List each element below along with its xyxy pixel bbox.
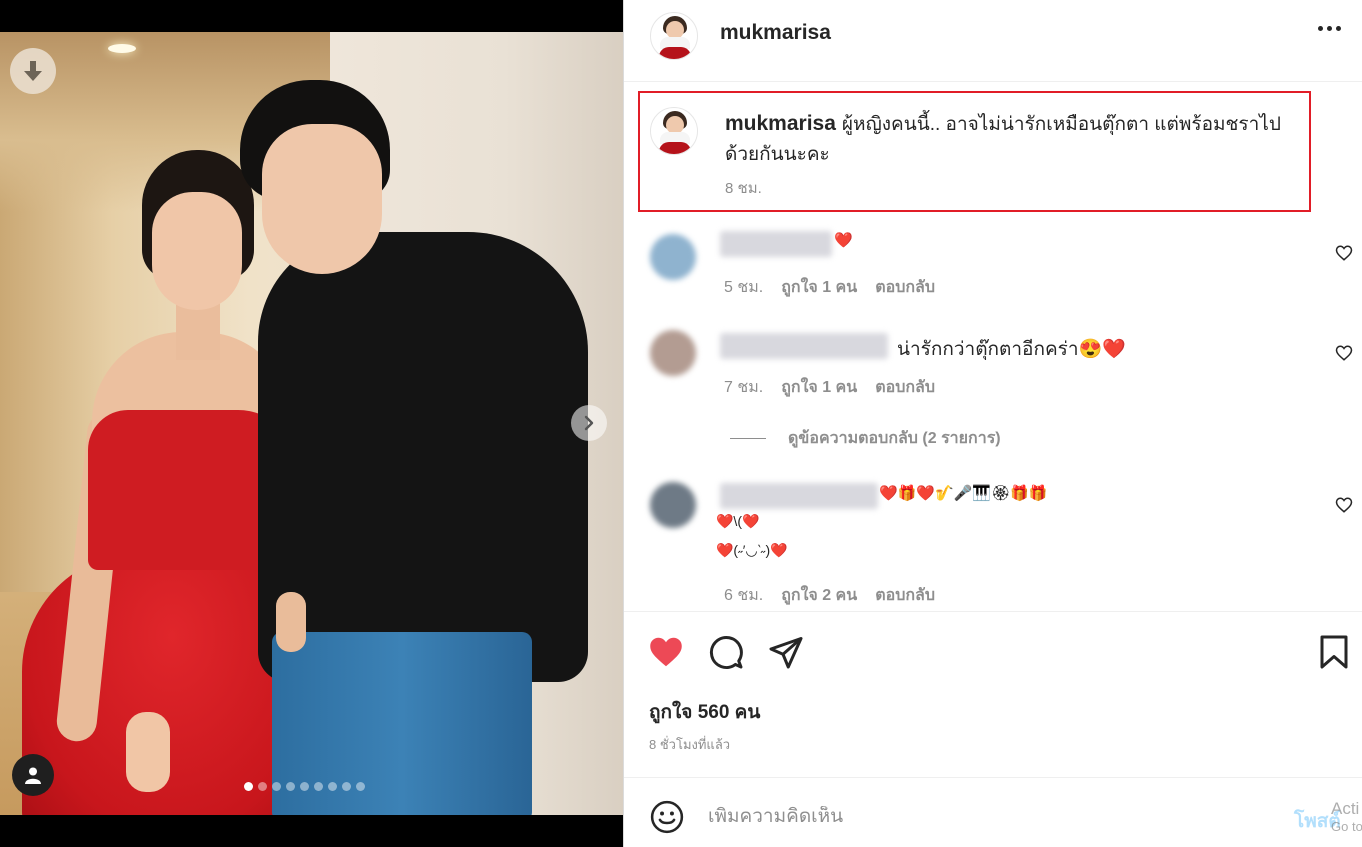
caption: mukmarisa ผู้หญิงคนนี้.. อาจไม่น่ารักเหมื… [725,109,1310,170]
post-actions: ถูกใจ 560 คน 8 ชั่วโมงที่แล้ว [624,611,1362,777]
post-side-panel: mukmarisa mukmarisa ผู้หญิงคนนี้.. อาจไม่… [623,0,1362,847]
carousel-dot [272,782,281,791]
view-replies-label: ดูข้อความตอบกลับ (2 รายการ) [788,430,1001,447]
carousel-dot [258,782,267,791]
comment-time: 5 ชม. [724,279,764,296]
commenter-avatar[interactable] [650,234,696,280]
download-icon [24,61,42,81]
posted-time: 8 ชั่วโมงที่แล้ว [649,737,731,752]
carousel-dot [314,782,323,791]
commenter-avatar[interactable] [650,330,696,376]
carousel-dot [356,782,365,791]
carousel-dot [328,782,337,791]
activation-watermark: Acti Go to [1331,800,1362,834]
emoji-icon[interactable] [650,800,684,834]
comment-meta: 7 ชม. ถูกใจ 1 คน ตอบกลับ [724,375,935,400]
caption-highlight: mukmarisa ผู้หญิงคนนี้.. อาจไม่น่ารักเหมื… [638,91,1311,212]
comment-meta: 5 ชม. ถูกใจ 1 คน ตอบกลับ [724,275,935,300]
caption-username[interactable]: mukmarisa [725,112,836,135]
comment-text: น่ารักกว่าตุ๊กตาอีกคร่า😍❤️ [897,339,1126,360]
comment-input[interactable] [708,806,1268,828]
download-button[interactable] [10,48,56,94]
carousel-dot [300,782,309,791]
comment-likes[interactable]: ถูกใจ 1 คน [781,375,857,400]
commenter-name[interactable] [720,231,832,257]
reply-button[interactable]: ตอบกลับ [875,583,935,608]
reply-button[interactable]: ตอบกลับ [875,275,935,300]
comment-icon[interactable] [708,634,744,670]
add-comment-bar: โพสต์ [624,777,1362,847]
carousel-dot [244,782,253,791]
avatar[interactable] [650,12,698,60]
comment-text: ❤️🎁❤️🎷🎤🎹🏵🎁🎁 [879,485,1048,502]
bookmark-icon[interactable] [1316,634,1352,670]
tagged-users-button[interactable] [12,754,54,796]
carousel-dot [286,782,295,791]
heart-icon[interactable] [1335,496,1353,514]
comment-likes[interactable]: ถูกใจ 2 คน [781,583,857,608]
post-media [0,0,623,847]
comment-time: 7 ชม. [724,379,764,396]
comment-meta: 6 ชม. ถูกใจ 2 คน ตอบกลับ [724,583,935,608]
heart-icon[interactable] [1335,244,1353,262]
caption-time: 8 ชม. [725,180,762,197]
post-photo [0,32,623,815]
carousel-indicator [244,782,365,791]
carousel-dot [342,782,351,791]
comment-time: 6 ชม. [724,587,764,604]
comment-text-line: ❤️\(❤️ [716,513,760,529]
more-icon[interactable] [1318,26,1341,31]
commenter-name[interactable] [720,333,888,359]
likes-count[interactable]: ถูกใจ 560 คน [649,697,760,727]
user-tag-icon [25,767,41,784]
comment-likes[interactable]: ถูกใจ 1 คน [781,275,857,300]
comment-text: ❤️ [834,232,853,249]
username-link[interactable]: mukmarisa [720,21,831,45]
heart-icon[interactable] [1335,344,1353,362]
commenter-name[interactable] [720,483,878,509]
heart-icon[interactable] [648,634,684,670]
comment-text-line: ❤️(˶′◡‵˶)❤️ [716,542,788,558]
post-header: mukmarisa [624,0,1362,82]
reply-button[interactable]: ตอบกลับ [875,375,935,400]
view-replies-button[interactable]: ดูข้อความตอบกลับ (2 รายการ) [730,426,1001,451]
share-icon[interactable] [768,634,804,670]
next-photo-button[interactable] [571,405,607,441]
commenter-avatar[interactable] [650,482,696,528]
chevron-right-icon [584,415,594,431]
caption-avatar[interactable] [650,107,698,155]
